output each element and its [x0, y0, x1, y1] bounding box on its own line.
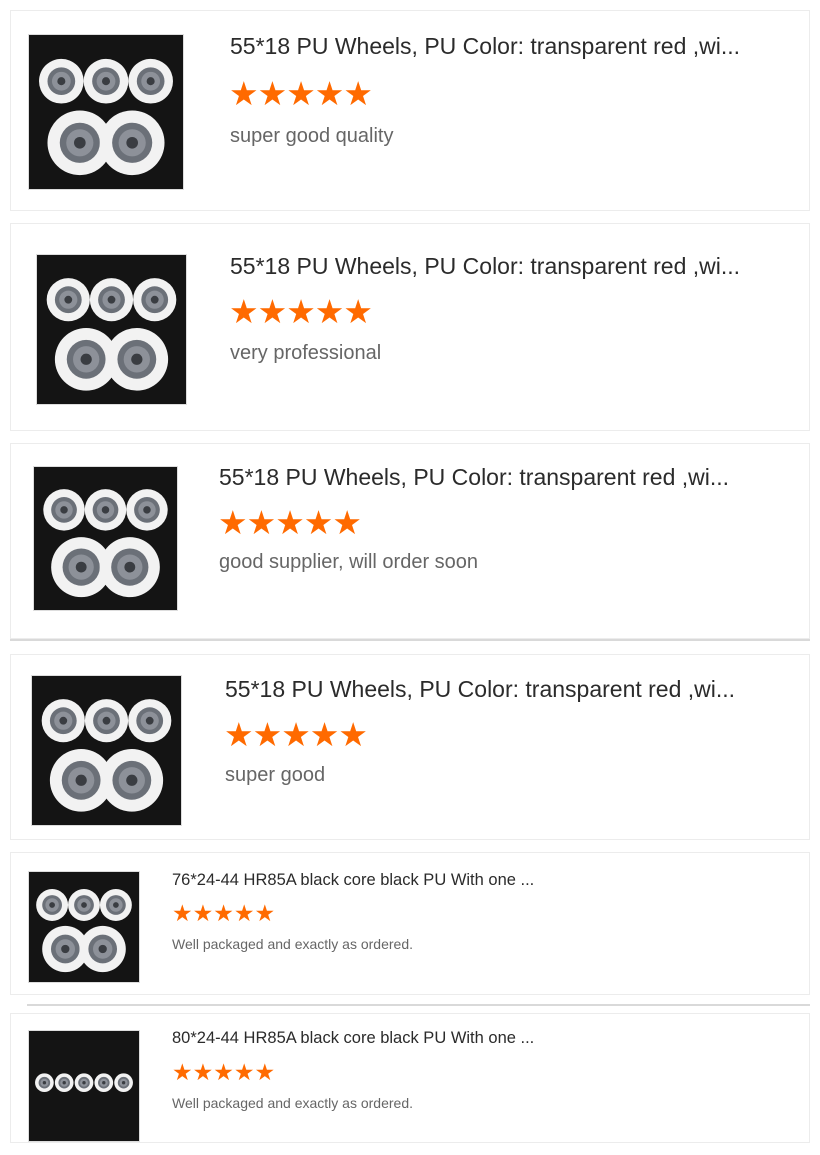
product-title[interactable]: 76*24-44 HR85A black core black PU With …	[172, 871, 534, 890]
star-icon: ★	[192, 900, 214, 926]
review-card[interactable]: 55*18 PU Wheels, PU Color: transparent r…	[10, 443, 810, 639]
review-text: Well packaged and exactly as ordered.	[172, 936, 413, 952]
product-thumbnail[interactable]	[28, 871, 140, 983]
review-text: super good	[225, 764, 326, 786]
review-text: Well packaged and exactly as ordered.	[172, 1095, 413, 1111]
star-icon: ★	[233, 1059, 255, 1085]
review-card[interactable]: 55*18 PU Wheels, PU Color: transparent r…	[10, 10, 810, 211]
product-title[interactable]: 55*18 PU Wheels, PU Color: transparent r…	[230, 253, 740, 280]
product-thumbnail[interactable]	[33, 466, 178, 611]
review-card[interactable]: 55*18 PU Wheels, PU Color: transparent r…	[10, 223, 810, 431]
divider	[10, 639, 810, 641]
star-icon: ★	[254, 1059, 276, 1085]
review-card[interactable]: 55*18 PU Wheels, PU Color: transparent r…	[10, 654, 810, 840]
star-icon: ★	[281, 716, 311, 753]
divider	[27, 1004, 810, 1006]
star-icon: ★	[309, 716, 340, 753]
star-icon: ★	[338, 716, 368, 753]
review-card[interactable]: 80*24-44 HR85A black core black PU With …	[10, 1013, 810, 1143]
star-icon: ★	[252, 716, 283, 753]
product-title[interactable]: 55*18 PU Wheels, PU Color: transparent r…	[230, 33, 740, 60]
star-icon: ★	[286, 75, 316, 112]
star-icon: ★	[224, 716, 254, 753]
product-thumbnail[interactable]	[28, 1030, 140, 1142]
wheels-icon	[32, 676, 181, 825]
product-thumbnail[interactable]	[31, 675, 182, 826]
product-thumbnail[interactable]	[28, 34, 184, 190]
star-icon: ★	[275, 504, 305, 541]
star-rating: ★ ★ ★ ★ ★	[229, 75, 373, 112]
star-icon: ★	[332, 504, 362, 541]
star-icon: ★	[254, 900, 276, 926]
star-icon: ★	[218, 504, 248, 541]
star-icon: ★	[229, 75, 259, 112]
product-title[interactable]: 80*24-44 HR85A black core black PU With …	[172, 1029, 534, 1048]
wheels-icon	[29, 35, 183, 189]
star-icon: ★	[192, 1059, 214, 1085]
wheels-icon	[29, 872, 139, 982]
star-icon: ★	[229, 293, 259, 330]
star-icon: ★	[257, 293, 288, 330]
wheels-icon	[34, 467, 177, 610]
star-rating: ★ ★ ★ ★ ★	[218, 504, 362, 541]
star-rating: ★ ★ ★ ★ ★	[224, 716, 368, 753]
review-text: super good quality	[230, 125, 394, 147]
star-icon: ★	[314, 293, 345, 330]
star-rating: ★ ★ ★ ★ ★	[172, 1061, 275, 1084]
star-icon: ★	[233, 900, 255, 926]
star-icon: ★	[314, 75, 345, 112]
review-text: good supplier, will order soon	[219, 551, 479, 573]
star-icon: ★	[213, 900, 234, 926]
star-icon: ★	[172, 900, 193, 926]
star-icon: ★	[172, 1059, 193, 1085]
review-text: very professional	[230, 342, 382, 364]
star-icon: ★	[257, 75, 288, 112]
wheels-icon	[37, 255, 186, 404]
star-icon: ★	[303, 504, 334, 541]
star-rating: ★ ★ ★ ★ ★	[172, 902, 275, 925]
star-icon: ★	[343, 293, 373, 330]
star-rating: ★ ★ ★ ★ ★	[229, 293, 373, 330]
star-icon: ★	[213, 1059, 234, 1085]
wheels-row-icon	[29, 1031, 139, 1141]
star-icon: ★	[343, 75, 373, 112]
star-icon: ★	[286, 293, 316, 330]
product-title[interactable]: 55*18 PU Wheels, PU Color: transparent r…	[219, 464, 729, 491]
product-title[interactable]: 55*18 PU Wheels, PU Color: transparent r…	[225, 676, 735, 703]
star-icon: ★	[246, 504, 277, 541]
review-card[interactable]: 76*24-44 HR85A black core black PU With …	[10, 852, 810, 995]
product-thumbnail[interactable]	[36, 254, 187, 405]
